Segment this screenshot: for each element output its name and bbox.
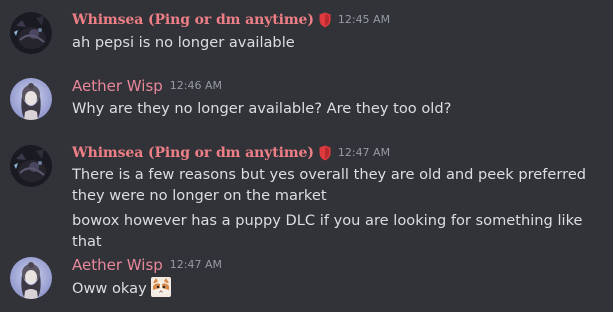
avatar-aether[interactable] — [10, 78, 52, 120]
message-text: bowox however has a puppy DLC if you are… — [72, 212, 583, 250]
message-header: Whimsea (Ping or dm anytime) 12:45 AM — [72, 10, 390, 30]
message-text: Oww okay — [72, 277, 592, 299]
message-group: Aether Wisp 12:47 AM Oww okay — [0, 255, 613, 305]
message-text: Why are they no longer available? Are th… — [72, 100, 452, 117]
username[interactable]: Aether Wisp — [72, 76, 163, 96]
shield-icon[interactable] — [319, 12, 331, 28]
username[interactable]: Whimsea (Ping or dm anytime) — [72, 143, 314, 163]
message-header: Whimsea (Ping or dm anytime) 12:47 AM — [72, 143, 390, 163]
timestamp[interactable]: 12:45 AM — [338, 10, 390, 30]
username[interactable]: Aether Wisp — [72, 255, 163, 275]
message-header: Aether Wisp 12:46 AM — [72, 76, 222, 96]
message-group: Whimsea (Ping or dm anytime) 12:45 AM ah… — [0, 10, 613, 60]
message-text: There is a few reasons but yes overall t… — [72, 166, 587, 204]
timestamp[interactable]: 12:47 AM — [170, 255, 222, 275]
message-group: Aether Wisp 12:46 AM Why are they no lon… — [0, 76, 613, 126]
avatar-whimsea[interactable] — [10, 12, 52, 54]
message-text: ah pepsi is no longer available — [72, 34, 295, 51]
timestamp[interactable]: 12:46 AM — [170, 76, 222, 96]
avatar-whimsea[interactable] — [10, 145, 52, 187]
shield-icon[interactable] — [319, 145, 331, 161]
message-group: Whimsea (Ping or dm anytime) 12:47 AM Th… — [0, 143, 613, 250]
message-header: Aether Wisp 12:47 AM — [72, 255, 222, 275]
timestamp[interactable]: 12:47 AM — [338, 143, 390, 163]
username[interactable]: Whimsea (Ping or dm anytime) — [72, 10, 314, 30]
message-text-content: Oww okay — [72, 280, 147, 297]
cat-face-emoji-icon[interactable] — [150, 277, 171, 297]
avatar-aether[interactable] — [10, 257, 52, 299]
